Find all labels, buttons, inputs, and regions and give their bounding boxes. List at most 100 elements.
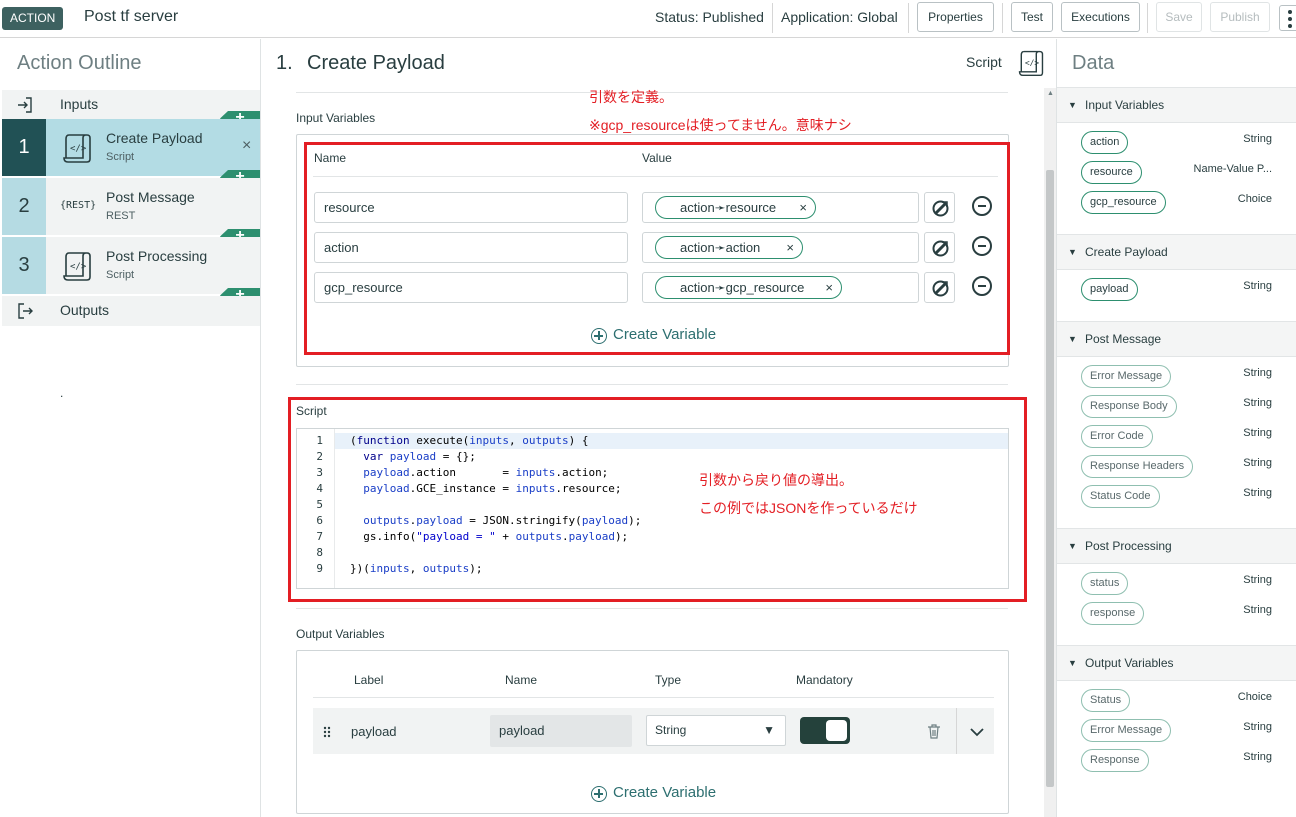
data-section-header[interactable]: ▼ Create Payload [1057, 234, 1296, 270]
code-line: gs.info("payload = " + outputs.payload); [350, 530, 629, 543]
col-value-header: Value [642, 151, 672, 165]
line-number: 8 [316, 546, 323, 559]
divider [956, 708, 957, 754]
data-pill[interactable]: response [1081, 602, 1145, 625]
col-label-header: Label [354, 673, 384, 687]
outline-outputs[interactable]: Outputs [2, 296, 260, 326]
test-button[interactable]: Test [1011, 2, 1053, 32]
add-circle-icon[interactable] [591, 786, 607, 802]
datapill-picker-button[interactable] [924, 232, 955, 263]
line-number: 6 [316, 514, 323, 527]
script-section-label: Script [296, 404, 327, 418]
trash-icon[interactable] [927, 724, 941, 739]
close-icon[interactable]: × [825, 277, 833, 298]
data-section-header[interactable]: ▼ Post Processing [1057, 528, 1296, 564]
step-name: Post Processing [106, 248, 208, 264]
data-pill[interactable]: gcp_resource [1081, 191, 1166, 214]
step-3-post-processing[interactable]: 3 </> Post Processing Script [2, 237, 260, 294]
data-pill[interactable]: payload [1081, 278, 1138, 301]
data-pill[interactable]: Error Message [1081, 719, 1172, 742]
code-line: payload.GCE_instance = inputs.resource; [363, 482, 622, 495]
line-number: 5 [316, 498, 323, 511]
annotation-note: この例ではJSONを作っているだけ [699, 500, 918, 516]
step-out-icon [18, 303, 33, 319]
data-section-header[interactable]: ▼ Input Variables [1057, 87, 1296, 123]
stray-dot: . [60, 386, 64, 400]
input-var-name[interactable]: resource [314, 192, 628, 223]
top-bar: ACTION Post tf server Status: Published … [0, 0, 1296, 38]
data-pill[interactable]: status [1081, 572, 1129, 595]
remove-icon[interactable] [972, 236, 992, 256]
output-var-type-select[interactable]: String ▼ [646, 715, 786, 746]
input-var-name[interactable]: gcp_resource [314, 272, 628, 303]
line-number: 2 [316, 450, 323, 463]
chevron-down-icon[interactable] [970, 728, 984, 737]
toggle-knob [826, 720, 847, 741]
datapill-picker-button[interactable] [924, 272, 955, 303]
data-pill-type: Choice [1237, 193, 1272, 205]
step-title-number: 1. [276, 52, 293, 74]
data-pill-type: String [1243, 397, 1272, 409]
datapill-picker-icon [932, 280, 949, 297]
scroll-up-icon[interactable]: ▲ [1047, 90, 1054, 97]
data-pill[interactable]: Status Code [1081, 485, 1160, 508]
data-pill-label: action➛action [680, 240, 761, 255]
outline-inputs[interactable]: Inputs [2, 90, 260, 119]
data-pill[interactable]: resource [1081, 161, 1142, 184]
divider [313, 176, 998, 177]
step-2-post-message[interactable]: 2 {REST} Post Message REST [2, 178, 260, 235]
outline-title: Action Outline [17, 52, 142, 74]
data-pill[interactable]: action➛resource × [655, 196, 816, 219]
action-badge: ACTION [2, 7, 64, 30]
data-pill[interactable]: Error Message [1081, 365, 1172, 388]
data-pill[interactable]: Response Headers [1081, 455, 1194, 478]
create-variable-button[interactable]: Create Variable [613, 326, 716, 343]
mandatory-toggle[interactable] [800, 717, 850, 744]
add-circle-icon[interactable] [591, 328, 607, 344]
kebab-icon[interactable] [1279, 5, 1296, 31]
remove-icon[interactable] [972, 276, 992, 296]
divider [313, 697, 994, 698]
input-var-name[interactable]: action [314, 232, 628, 263]
code-line: var payload = {}; [363, 450, 476, 463]
step-1-create-payload[interactable]: 1 </> Create Payload Script × [2, 119, 260, 176]
close-icon[interactable]: × [799, 197, 807, 218]
col-type-header: Type [655, 673, 682, 687]
properties-button[interactable]: Properties [917, 2, 994, 32]
data-pill[interactable]: action [1081, 131, 1129, 154]
close-icon[interactable]: × [242, 137, 251, 155]
data-section-header[interactable]: ▼ Output Variables [1057, 645, 1296, 681]
data-pill[interactable]: Response [1081, 749, 1149, 772]
data-pill-type: String [1243, 604, 1272, 616]
data-pill-type: String [1243, 487, 1272, 499]
triangle-down-icon: ▼ [1068, 658, 1077, 668]
data-pill[interactable]: action➛gcp_resource × [655, 276, 842, 299]
drag-handle-icon[interactable] [323, 726, 331, 738]
data-pill[interactable]: Status [1081, 689, 1131, 712]
triangle-down-icon: ▼ [1068, 541, 1077, 551]
scrollbar-thumb[interactable] [1046, 170, 1054, 787]
code-line: payload.action = inputs.action; [363, 466, 609, 479]
save-button[interactable]: Save [1156, 2, 1202, 32]
create-variable-button[interactable]: Create Variable [613, 784, 716, 801]
action-title: Post tf server [84, 8, 179, 25]
step-type: Script [106, 151, 135, 163]
data-pill[interactable]: Error Code [1081, 425, 1153, 448]
datapill-picker-button[interactable] [924, 192, 955, 223]
line-number: 1 [316, 434, 323, 447]
data-pill-type: String [1243, 721, 1272, 733]
data-pill[interactable]: Response Body [1081, 395, 1177, 418]
output-var-label[interactable]: payload [351, 724, 397, 739]
line-number: 9 [316, 562, 323, 575]
publish-button[interactable]: Publish [1210, 2, 1270, 32]
input-variables-label: Input Variables [296, 111, 376, 125]
code-line: (function execute(inputs, outputs) { [350, 434, 589, 447]
remove-icon[interactable] [972, 196, 992, 216]
data-section-header[interactable]: ▼ Post Message [1057, 321, 1296, 357]
executions-button[interactable]: Executions [1061, 2, 1140, 32]
data-pill[interactable]: action➛action × [655, 236, 803, 259]
output-variables-label: Output Variables [296, 627, 385, 641]
close-icon[interactable]: × [786, 237, 794, 258]
output-var-name: payload [490, 715, 632, 747]
triangle-down-icon: ▼ [1068, 334, 1077, 344]
